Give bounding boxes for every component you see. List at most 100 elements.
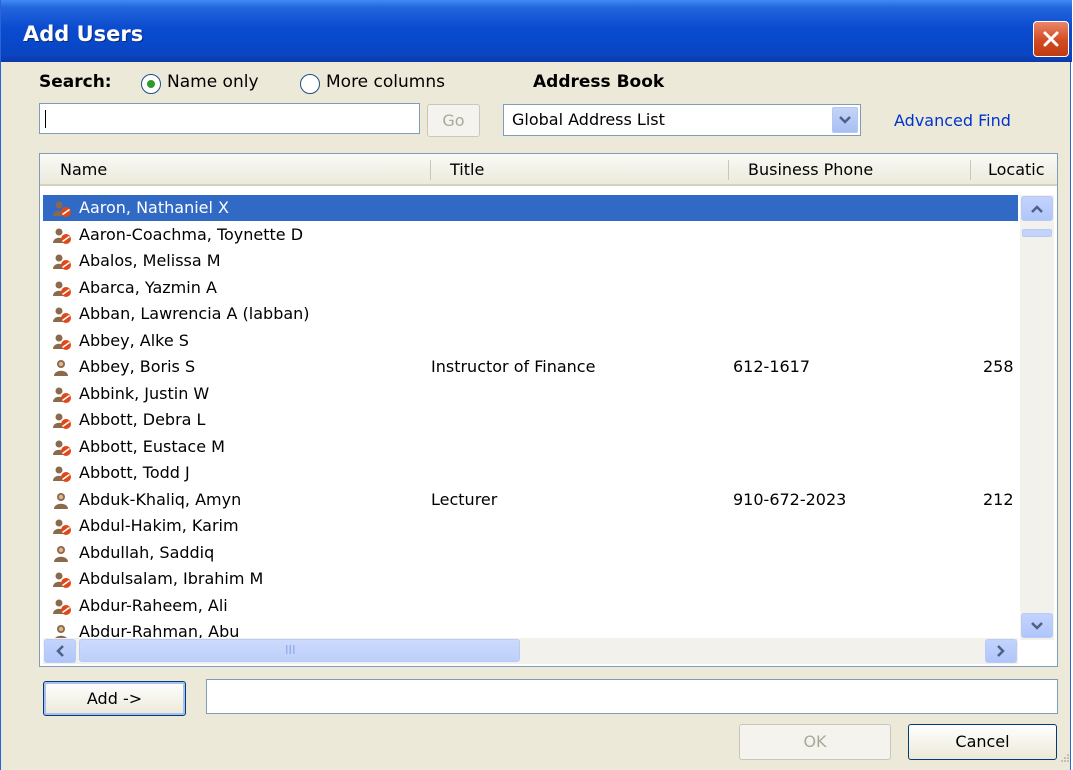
user-icon	[54, 360, 68, 376]
chevron-down-icon	[839, 116, 851, 124]
address-book-selected: Global Address List	[512, 110, 665, 129]
distribution-contact-icon	[53, 440, 71, 456]
address-book-label: Address Book	[533, 72, 665, 92]
table-row[interactable]: Abbey, Alke S	[43, 328, 1018, 354]
table-row[interactable]: Abbey, Boris S Instructor of Finance 612-1…	[43, 354, 1018, 380]
distribution-contact-icon	[53, 228, 71, 244]
advanced-find-link[interactable]: Advanced Find	[894, 111, 1011, 130]
close-icon	[1043, 31, 1059, 47]
address-list[interactable]: Name Title Business Phone Locatic Aaron,…	[39, 153, 1058, 667]
cell-name: Abarca, Yazmin A	[79, 278, 217, 297]
table-row[interactable]: Abalos, Melissa M	[43, 248, 1018, 274]
chevron-up-icon	[1031, 204, 1043, 213]
more-columns-label[interactable]: More columns	[326, 72, 445, 92]
go-button[interactable]: Go	[427, 104, 480, 137]
chevron-right-icon	[997, 645, 1005, 657]
title-bar[interactable]: Add Users	[1, 0, 1072, 62]
distribution-contact-icon	[53, 519, 71, 535]
cell-name: Abdur-Raheem, Ali	[79, 596, 228, 615]
distribution-contact-icon	[53, 413, 71, 429]
add-button-label: Add ->	[86, 689, 143, 708]
table-row[interactable]: Abbott, Eustace M	[43, 434, 1018, 460]
ok-button[interactable]: OK	[739, 724, 891, 760]
table-row[interactable]: Abban, Lawrencia A (labban)	[43, 301, 1018, 327]
cell-name: Abban, Lawrencia A (labban)	[79, 304, 310, 323]
column-divider[interactable]	[430, 160, 431, 180]
distribution-contact-icon	[53, 334, 71, 350]
column-title[interactable]: Title	[450, 160, 484, 179]
user-icon	[54, 493, 68, 509]
recipients-field[interactable]	[206, 679, 1058, 714]
search-input[interactable]	[39, 103, 420, 134]
table-row[interactable]: Abdul-Hakim, Karim	[43, 513, 1018, 539]
cell-name: Aaron-Coachma, Toynette D	[79, 225, 304, 244]
table-row[interactable]: Abbott, Debra L	[43, 407, 1018, 433]
scroll-left-button[interactable]	[44, 639, 76, 663]
cell-title: Instructor of Finance	[431, 357, 596, 376]
cell-name: Aaron, Nathaniel X	[79, 198, 229, 217]
distribution-contact-icon	[53, 466, 71, 482]
scroll-up-button[interactable]	[1021, 196, 1053, 221]
more-columns-radio[interactable]	[300, 74, 320, 94]
dropdown-button[interactable]	[832, 107, 858, 133]
horizontal-scrollbar[interactable]: III	[43, 638, 1018, 664]
search-label: Search:	[39, 72, 112, 92]
resize-grip-icon[interactable]	[1059, 752, 1070, 763]
cell-name: Abbott, Debra L	[79, 410, 206, 429]
window-title: Add Users	[23, 22, 144, 46]
scroll-grip: III	[285, 643, 296, 657]
table-row[interactable]: Abdulsalam, Ibrahim M	[43, 566, 1018, 592]
name-only-label[interactable]: Name only	[167, 72, 259, 92]
cell-name: Abbott, Todd J	[79, 463, 190, 482]
cell-name: Abalos, Melissa M	[79, 251, 221, 270]
cell-name: Abbott, Eustace M	[79, 437, 225, 456]
column-divider[interactable]	[970, 160, 971, 180]
user-icon	[54, 546, 68, 562]
table-row[interactable]: Abdullah, Saddiq	[43, 540, 1018, 566]
text-caret	[45, 110, 46, 128]
cancel-button[interactable]: Cancel	[908, 724, 1057, 760]
cell-phone: 612-1617	[733, 357, 811, 376]
address-book-select[interactable]: Global Address List	[503, 104, 861, 136]
close-button[interactable]	[1033, 21, 1069, 57]
cell-name: Abbey, Boris S	[79, 357, 196, 376]
cell-name: Abdullah, Saddiq	[79, 543, 215, 562]
distribution-contact-icon	[53, 572, 71, 588]
column-divider[interactable]	[728, 160, 729, 180]
column-business-phone[interactable]: Business Phone	[748, 160, 873, 179]
add-users-dialog: Add Users Search: Name only More columns…	[0, 0, 1072, 770]
cell-name: Abdulsalam, Ibrahim M	[79, 569, 264, 588]
cell-name: Abduk-Khaliq, Amyn	[79, 490, 242, 509]
vertical-scrollbar[interactable]	[1020, 195, 1054, 640]
table-row[interactable]: Abbink, Justin W	[43, 381, 1018, 407]
distribution-contact-icon	[53, 599, 71, 615]
cell-title: Lecturer	[431, 490, 498, 509]
column-name[interactable]: Name	[60, 160, 107, 179]
cell-phone: 910-672-2023	[733, 490, 847, 509]
vertical-scroll-thumb[interactable]	[1022, 229, 1052, 237]
cell-name: Abbey, Alke S	[79, 331, 189, 350]
chevron-left-icon	[56, 645, 64, 657]
add-button[interactable]: Add ->	[43, 681, 186, 716]
distribution-contact-icon	[53, 281, 71, 297]
horizontal-scroll-thumb[interactable]: III	[79, 639, 520, 662]
scroll-down-button[interactable]	[1021, 613, 1053, 638]
scroll-right-button[interactable]	[985, 639, 1017, 663]
table-row[interactable]: Aaron-Coachma, Toynette D	[43, 222, 1018, 248]
chevron-down-icon	[1031, 621, 1043, 630]
table-row[interactable]: Abdur-Raheem, Ali	[43, 593, 1018, 619]
distribution-contact-icon	[53, 307, 71, 323]
cell-name: Abbink, Justin W	[79, 384, 210, 403]
column-location[interactable]: Locatic	[988, 160, 1045, 179]
table-row[interactable]: Abbott, Todd J	[43, 460, 1018, 486]
table-row[interactable]: Abduk-Khaliq, Amyn Lecturer 910-672-2023 21…	[43, 487, 1018, 513]
user-rows: Aaron, Nathaniel X Aaron-Coachma, Toynett…	[43, 195, 1018, 655]
cell-name: Abdul-Hakim, Karim	[79, 516, 239, 535]
distribution-contact-icon	[53, 254, 71, 270]
name-only-radio[interactable]	[141, 74, 161, 94]
cell-location: 212	[983, 490, 1014, 509]
distribution-contact-icon	[53, 387, 71, 403]
table-row[interactable]: Aaron, Nathaniel X	[43, 195, 1018, 221]
table-row[interactable]: Abarca, Yazmin A	[43, 275, 1018, 301]
cell-location: 258	[983, 357, 1014, 376]
